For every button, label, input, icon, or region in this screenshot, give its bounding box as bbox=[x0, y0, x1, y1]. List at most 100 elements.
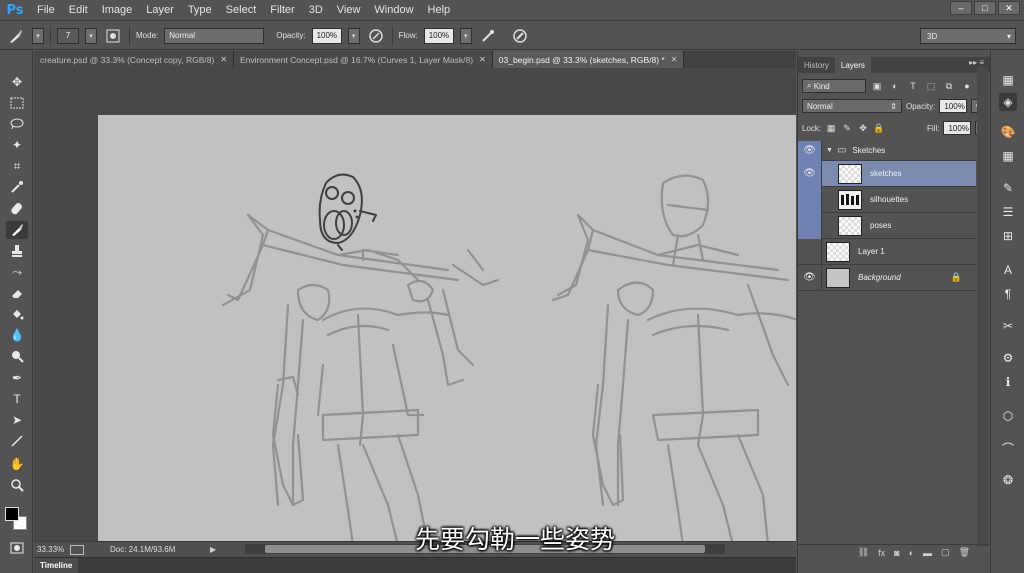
menu-edit[interactable]: Edit bbox=[62, 0, 95, 21]
visibility-toggle[interactable] bbox=[798, 186, 822, 213]
brush-preset-icon[interactable] bbox=[6, 26, 26, 46]
properties-panel-icon[interactable]: ⊞ bbox=[999, 227, 1017, 245]
menu-type[interactable]: Type bbox=[181, 0, 219, 21]
filter-shape-icon[interactable]: ⬚ bbox=[924, 79, 938, 93]
menu-3d[interactable]: 3D bbox=[302, 0, 330, 21]
filter-smart-object-icon[interactable]: ⧉ bbox=[942, 79, 956, 93]
menu-image[interactable]: Image bbox=[95, 0, 140, 21]
swatches-panel-icon[interactable]: ▦ bbox=[999, 147, 1017, 165]
layer-poses[interactable]: poses bbox=[798, 212, 976, 239]
line-tool-icon[interactable] bbox=[6, 432, 28, 450]
tab-layers[interactable]: Layers bbox=[834, 57, 871, 73]
opacity-dropdown[interactable]: ▾ bbox=[347, 27, 360, 44]
history-brush-tool-icon[interactable]: ⤳ bbox=[6, 263, 28, 281]
adjustment-layer-icon[interactable]: ◐ bbox=[909, 548, 914, 558]
blend-mode-select[interactable]: Normal ⇕ bbox=[802, 99, 902, 113]
tab-environment-concept[interactable]: Environment Concept.psd @ 16.7% (Curves … bbox=[234, 51, 493, 68]
menu-select[interactable]: Select bbox=[219, 0, 264, 21]
menu-help[interactable]: Help bbox=[421, 0, 458, 21]
eye-icon[interactable]: 👁 bbox=[798, 160, 822, 187]
minimize-button[interactable]: – bbox=[950, 1, 972, 15]
export-icon[interactable] bbox=[70, 544, 84, 555]
brush-size-dropdown[interactable]: ▾ bbox=[85, 27, 97, 44]
close-button[interactable]: ✕ bbox=[998, 1, 1020, 15]
menu-window[interactable]: Window bbox=[367, 0, 420, 21]
panel-menu-icon[interactable]: ▸▸ ≡ bbox=[969, 58, 984, 67]
flow-field[interactable]: 100% bbox=[423, 27, 454, 44]
clone-stamp-tool-icon[interactable] bbox=[6, 242, 28, 260]
pen-tool-icon[interactable]: ✒ bbox=[6, 369, 28, 387]
lock-all-icon[interactable]: 🔒 bbox=[873, 121, 885, 135]
layer-layer-1[interactable]: Layer 1 bbox=[798, 238, 976, 265]
fill-field[interactable]: 100% bbox=[943, 121, 972, 135]
foreground-color-swatch-top[interactable] bbox=[5, 507, 19, 521]
kind-filter-select[interactable]: ⌕ Kind bbox=[802, 79, 866, 93]
filter-adjustment-icon[interactable]: ◐ bbox=[888, 79, 902, 93]
brush-tool-icon[interactable] bbox=[6, 221, 28, 239]
filter-type-icon[interactable]: T bbox=[906, 79, 920, 93]
crop-tool-icon[interactable]: ⌗ bbox=[6, 157, 28, 175]
info-panel-icon[interactable]: ℹ bbox=[999, 373, 1017, 391]
brush-presets-icon[interactable]: ✎ bbox=[999, 179, 1017, 197]
tab-history[interactable]: History bbox=[798, 57, 835, 73]
adjustments-panel-icon[interactable]: ☰ bbox=[999, 203, 1017, 221]
dodge-tool-icon[interactable] bbox=[6, 347, 28, 365]
close-icon[interactable]: ✕ bbox=[479, 55, 486, 64]
3d-panel-icon[interactable]: ⬡ bbox=[999, 407, 1017, 425]
tab-creature[interactable]: creature.psd @ 33.3% (Concept copy, RGB/… bbox=[34, 51, 235, 68]
path-selection-tool-icon[interactable]: ➤ bbox=[6, 411, 28, 429]
lock-position-icon[interactable]: ✥ bbox=[857, 121, 869, 135]
layer-style-icon[interactable]: fx bbox=[878, 548, 885, 558]
marquee-tool-icon[interactable] bbox=[6, 94, 28, 112]
filter-toggle-icon[interactable]: ● bbox=[960, 79, 974, 93]
menu-filter[interactable]: Filter bbox=[263, 0, 301, 21]
history-panel-icon[interactable]: ▦ bbox=[999, 71, 1017, 89]
healing-brush-tool-icon[interactable] bbox=[6, 200, 28, 218]
layer-mask-icon[interactable]: ◙ bbox=[894, 548, 899, 558]
paths-panel-icon[interactable]: ⌒ bbox=[999, 439, 1017, 457]
close-icon[interactable]: ✕ bbox=[220, 55, 227, 64]
quick-mask-icon[interactable] bbox=[6, 539, 28, 557]
status-menu-arrow-icon[interactable]: ▶ bbox=[210, 545, 220, 554]
layer-group-sketches[interactable]: 👁 ▼ ▭ Sketches bbox=[798, 140, 976, 161]
workspace-select[interactable]: 3D ▾ bbox=[920, 28, 1016, 44]
eyedropper-tool-icon[interactable] bbox=[6, 178, 28, 196]
trash-icon[interactable]: 🗑 bbox=[959, 547, 970, 558]
lock-pixels-icon[interactable]: ✎ bbox=[841, 121, 853, 135]
disclosure-arrow-icon[interactable]: ▼ bbox=[826, 147, 833, 154]
panel-scrollbar[interactable] bbox=[977, 67, 988, 547]
lasso-tool-icon[interactable] bbox=[6, 115, 28, 133]
blur-tool-icon[interactable]: 💧 bbox=[6, 326, 28, 344]
visibility-toggle[interactable] bbox=[798, 212, 822, 239]
color-panel-icon[interactable]: 🎨 bbox=[999, 123, 1017, 141]
menu-file[interactable]: File bbox=[30, 0, 62, 21]
layer-opacity-field[interactable]: 100% bbox=[939, 99, 968, 113]
layer-sketches[interactable]: 👁 sketches bbox=[798, 160, 976, 187]
flow-dropdown[interactable]: ▾ bbox=[459, 27, 472, 44]
zoom-tool-icon[interactable] bbox=[6, 476, 28, 494]
styles-panel-icon[interactable]: ❂ bbox=[999, 471, 1017, 489]
brush-size-field[interactable]: 7 bbox=[57, 27, 79, 44]
eye-icon[interactable]: 👁 bbox=[798, 140, 822, 161]
opacity-field[interactable]: 100% bbox=[311, 27, 342, 44]
channels-panel-icon[interactable]: ⚙ bbox=[999, 349, 1017, 367]
paint-bucket-tool-icon[interactable] bbox=[6, 305, 28, 323]
document-canvas[interactable] bbox=[98, 115, 796, 541]
layers-panel-icon[interactable]: ◈ bbox=[999, 93, 1017, 111]
menu-view[interactable]: View bbox=[330, 0, 368, 21]
pressure-opacity-icon[interactable] bbox=[366, 26, 386, 46]
hand-tool-icon[interactable]: ✋ bbox=[6, 455, 28, 473]
airbrush-icon[interactable] bbox=[478, 26, 498, 46]
brush-preset-dropdown[interactable]: ▾ bbox=[32, 27, 44, 44]
pressure-size-icon[interactable] bbox=[510, 26, 530, 46]
tool-presets-icon[interactable]: ✂ bbox=[999, 317, 1017, 335]
maximize-button[interactable]: □ bbox=[974, 1, 996, 15]
visibility-toggle[interactable] bbox=[798, 238, 822, 265]
brush-panel-toggle-icon[interactable] bbox=[103, 26, 123, 46]
paragraph-panel-icon[interactable]: ¶ bbox=[999, 285, 1017, 303]
tab-03-begin[interactable]: 03_begin.psd @ 33.3% (sketches, RGB/8) *… bbox=[492, 51, 685, 68]
menu-layer[interactable]: Layer bbox=[139, 0, 181, 21]
eye-icon[interactable]: 👁 bbox=[798, 264, 822, 291]
close-icon[interactable]: ✕ bbox=[671, 55, 678, 64]
layer-silhouettes[interactable]: silhouettes bbox=[798, 186, 976, 213]
